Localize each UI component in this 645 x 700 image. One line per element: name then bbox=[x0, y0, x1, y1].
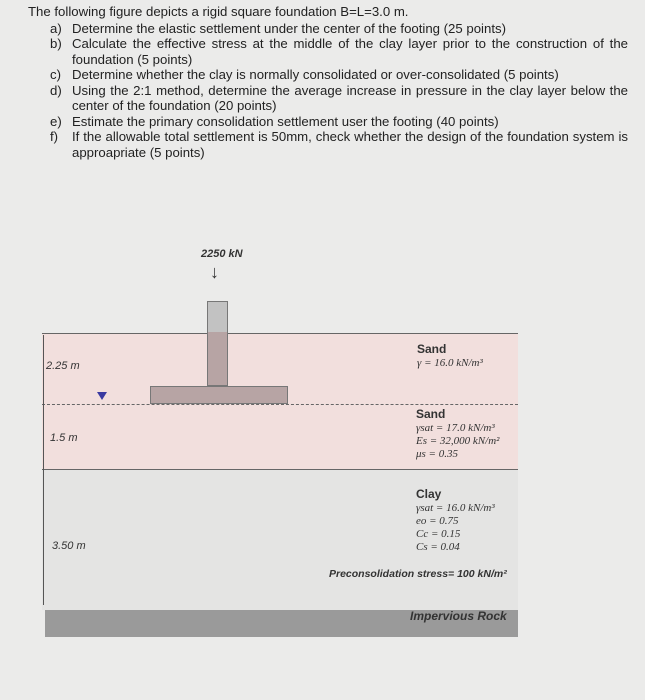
question-item: d) Using the 2:1 method, determine the av… bbox=[50, 82, 628, 114]
layer2-props: Sand γsat = 17.0 kN/m³ Es = 32,000 kN/m²… bbox=[416, 407, 500, 461]
load-label: 2250 kN bbox=[201, 248, 243, 260]
preconsolidation-note: Preconsolidation stress= 100 kN/m² bbox=[329, 568, 507, 580]
question-list: a) Determine the elastic settlement under… bbox=[28, 21, 628, 161]
question-item: f) If the allowable total settlement is 5… bbox=[50, 129, 628, 160]
dimension-line bbox=[43, 335, 44, 605]
dim-clay: 3.50 m bbox=[52, 540, 86, 552]
load-arrow-icon: ↓ bbox=[210, 262, 219, 282]
footing bbox=[150, 386, 288, 404]
dim-upper-sand: 2.25 m bbox=[46, 360, 80, 372]
question-item: c) Determine whether the clay is normally… bbox=[50, 67, 559, 82]
question-intro: The following figure depicts a rigid squ… bbox=[28, 4, 409, 19]
layer1-props: Sand γ = 16.0 kN/m³ bbox=[417, 342, 483, 370]
question-item: b) Calculate the effective stress at the … bbox=[50, 36, 628, 67]
dim-lower-sand: 1.5 m bbox=[50, 432, 78, 444]
question-item: e) Estimate the primary consolidation set… bbox=[50, 113, 499, 129]
rock-label: Impervious Rock bbox=[410, 609, 507, 623]
question-text: The following figure depicts a rigid squ… bbox=[28, 4, 628, 160]
layer3-props: Clay γsat = 16.0 kN/m³ eo = 0.75 Cc = 0.… bbox=[416, 487, 495, 554]
question-item: a) Determine the elastic settlement under… bbox=[50, 20, 506, 36]
column bbox=[207, 301, 228, 386]
water-table-icon bbox=[97, 392, 107, 400]
